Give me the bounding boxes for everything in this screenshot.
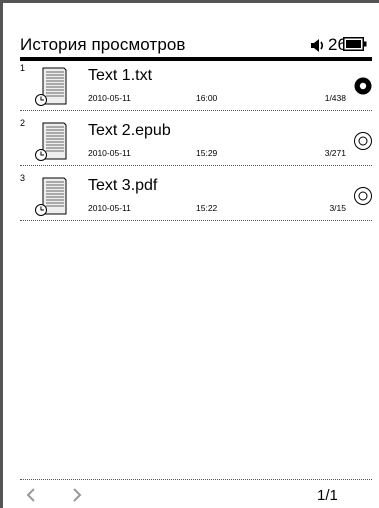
file-name: Text 1.txt <box>88 67 153 84</box>
file-page-progress: 3/15 <box>329 203 346 213</box>
header-divider <box>20 57 372 61</box>
item-index: 1 <box>20 63 26 73</box>
file-time: 16:00 <box>196 93 218 103</box>
page-title: История просмотров <box>20 35 186 54</box>
screen-frame-left <box>0 0 3 508</box>
history-item[interactable]: 2 Text 2.epub 2010-05-11 15:29 3/271 <box>20 117 372 166</box>
history-item[interactable]: 1 Text 1.txt 2010-05-11 16:00 1/438 <box>20 62 372 111</box>
item-index: 2 <box>20 118 26 128</box>
document-clock-icon <box>35 67 67 106</box>
radio-unselected-icon[interactable] <box>353 186 373 206</box>
file-date: 2010-05-11 <box>88 93 131 103</box>
file-date: 2010-05-11 <box>88 148 131 158</box>
file-time: 15:22 <box>196 203 218 213</box>
page-counter: 1/1 <box>317 487 338 504</box>
file-name: Text 2.epub <box>88 122 171 139</box>
radio-unselected-icon[interactable] <box>353 131 373 151</box>
document-clock-icon <box>35 122 67 161</box>
chevron-left-icon[interactable] <box>24 487 38 503</box>
radio-selected-icon[interactable] <box>353 76 373 96</box>
history-screen: История просмотров 26 1 Text 1.txt 2010-… <box>0 0 379 508</box>
file-time: 15:29 <box>196 148 218 158</box>
item-index: 3 <box>20 173 26 183</box>
speaker-icon <box>311 38 324 52</box>
file-page-progress: 1/438 <box>324 93 346 103</box>
screen-frame-top <box>0 0 379 3</box>
file-page-progress: 3/271 <box>324 148 346 158</box>
file-name: Text 3.pdf <box>88 177 158 194</box>
chevron-right-icon[interactable] <box>70 487 84 503</box>
volume-indicator: 26 <box>310 35 347 55</box>
history-list: 1 Text 1.txt 2010-05-11 16:00 1/438 2 Te… <box>20 62 372 227</box>
footer-divider <box>20 479 372 480</box>
document-clock-icon <box>35 177 67 216</box>
battery-icon <box>343 37 367 51</box>
file-date: 2010-05-11 <box>88 203 131 213</box>
history-item[interactable]: 3 Text 3.pdf 2010-05-11 15:22 3/15 <box>20 172 372 221</box>
header-bar: История просмотров 26 <box>20 30 372 58</box>
